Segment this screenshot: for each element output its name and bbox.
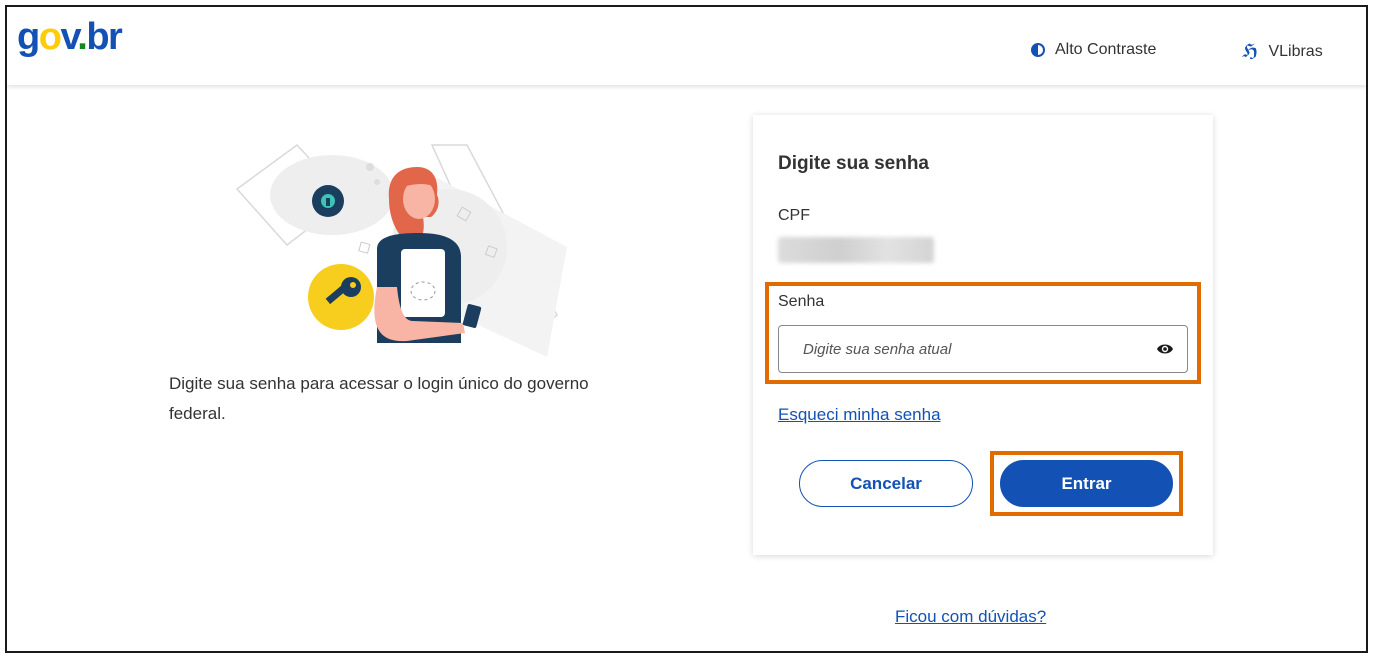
vlibras-button[interactable]: ℌ VLibras	[1242, 41, 1323, 62]
password-label: Senha	[778, 293, 825, 310]
enter-button[interactable]: Entrar	[1000, 460, 1173, 507]
card-title: Digite sua senha	[778, 153, 929, 174]
vlibras-label: VLibras	[1268, 42, 1323, 60]
high-contrast-toggle[interactable]: Alto Contraste	[1031, 41, 1156, 59]
login-card: Digite sua senha CPF Senha Esqueci minha…	[753, 115, 1213, 555]
browser-frame: gov.br Alto Contraste ℌ VLibras Digite s…	[5, 5, 1368, 653]
login-illustration	[235, 143, 567, 357]
cpf-label: CPF	[778, 207, 810, 224]
show-password-icon[interactable]	[1157, 342, 1173, 356]
high-contrast-label: Alto Contraste	[1055, 41, 1157, 58]
header: gov.br Alto Contraste ℌ VLibras	[7, 7, 1366, 85]
cancel-button[interactable]: Cancelar	[799, 460, 973, 507]
sign-language-icon: ℌ	[1242, 41, 1259, 61]
password-input[interactable]	[778, 325, 1188, 373]
govbr-logo[interactable]: gov.br	[17, 17, 123, 57]
intro-text: Digite sua senha para acessar o login ún…	[169, 374, 589, 423]
forgot-password-link[interactable]: Esqueci minha senha	[778, 405, 941, 425]
contrast-icon	[1031, 43, 1045, 57]
help-link[interactable]: Ficou com dúvidas?	[895, 607, 1046, 627]
cpf-value-redacted	[778, 237, 934, 263]
